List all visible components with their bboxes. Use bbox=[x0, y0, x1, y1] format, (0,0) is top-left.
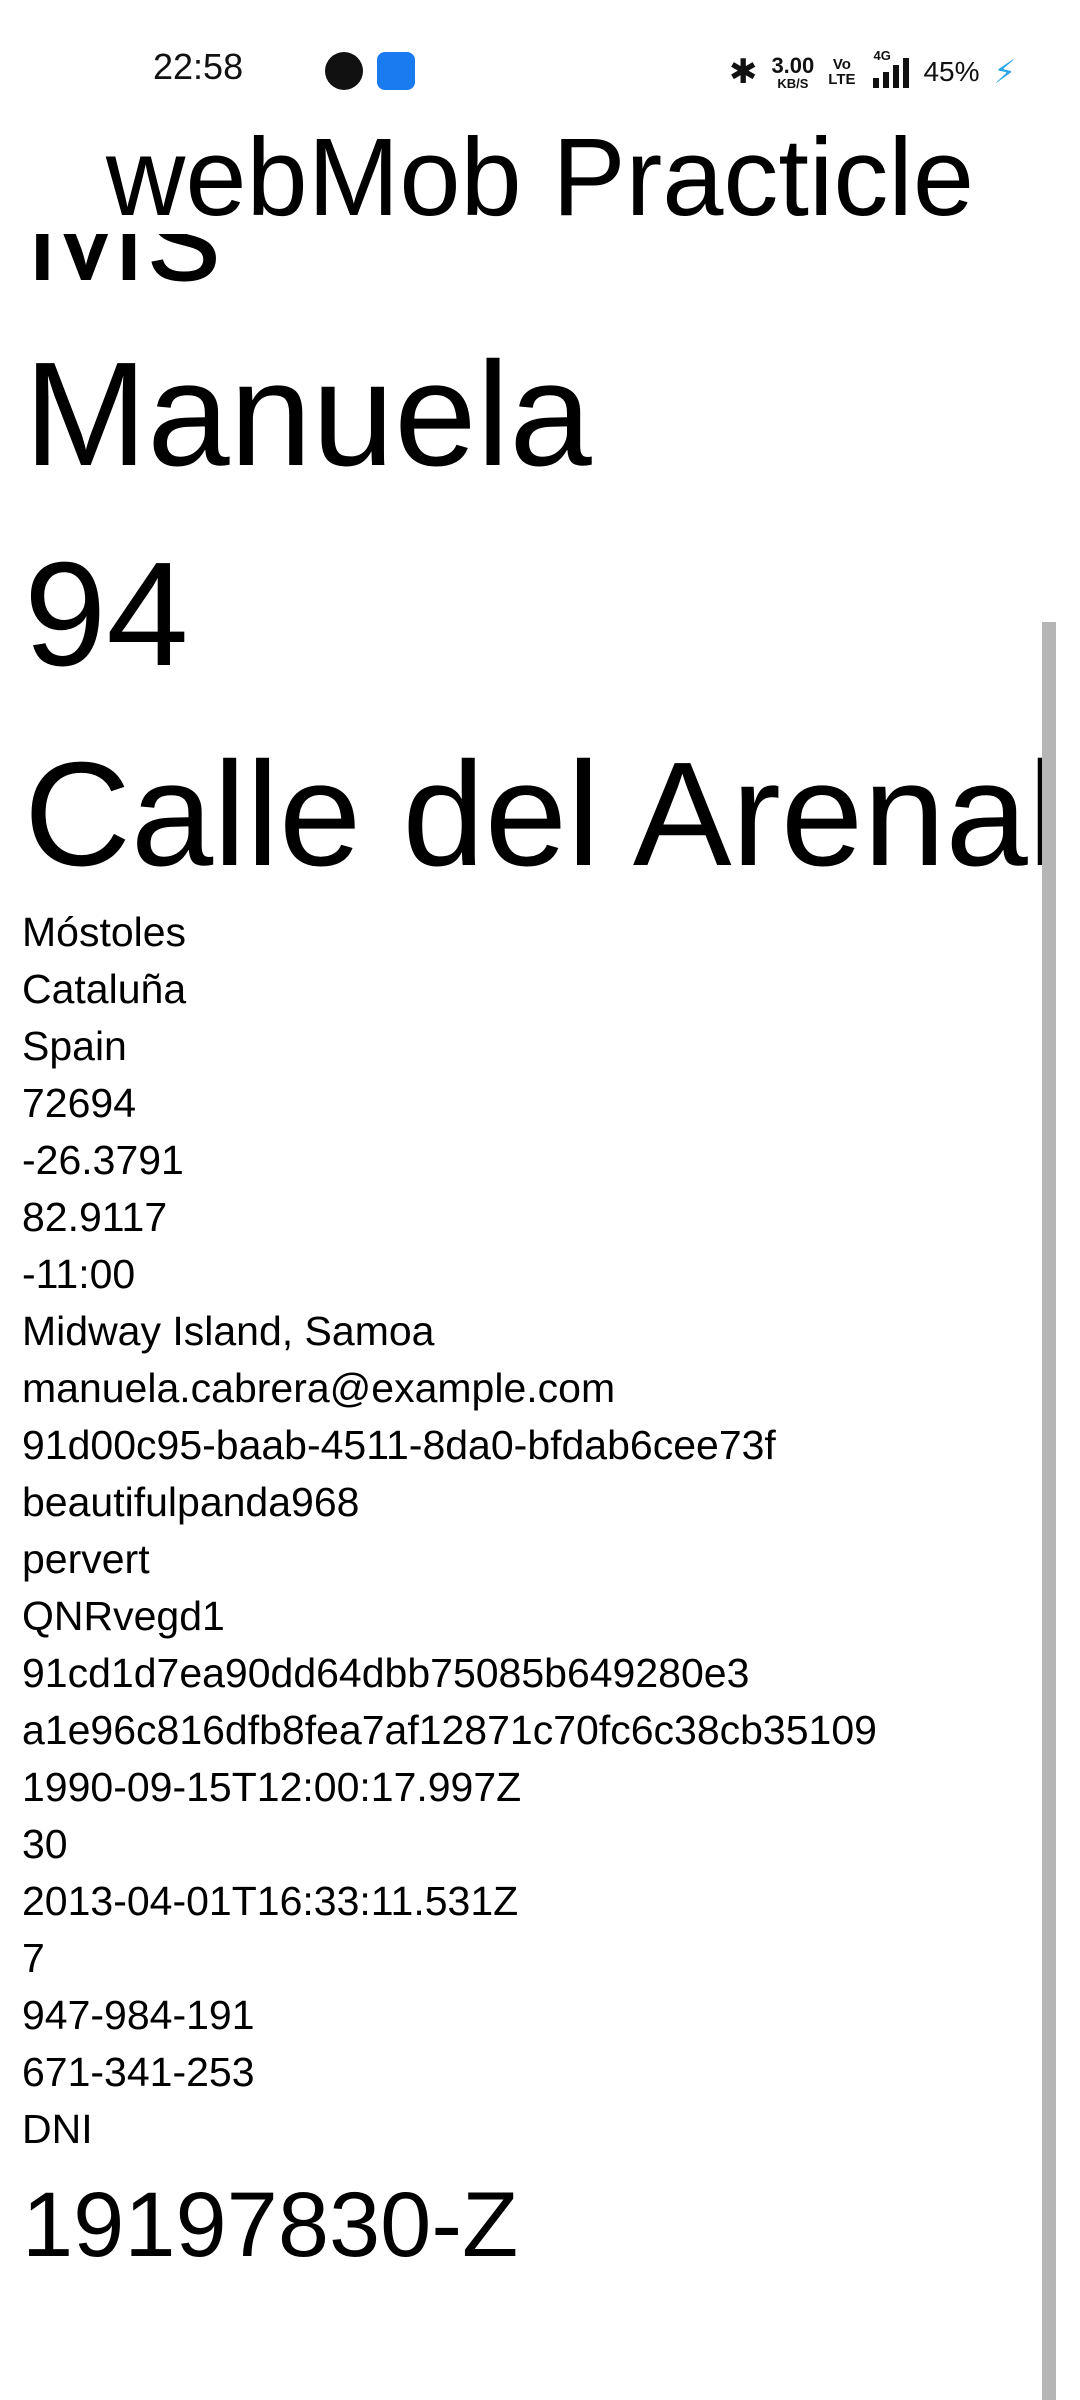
android-icon bbox=[377, 52, 415, 90]
page-title: webMob Practicle bbox=[0, 122, 1080, 234]
user-details-list: Móstoles Cataluña Spain 72694 -26.3791 8… bbox=[22, 904, 877, 2158]
salt: QNRvegd1 bbox=[22, 1593, 225, 1639]
first-name: Manuela bbox=[24, 332, 592, 497]
state: Cataluña bbox=[22, 966, 187, 1012]
registered-age: 7 bbox=[22, 1935, 45, 1981]
timezone-offset: -11:00 bbox=[22, 1251, 136, 1297]
street-number: 94 bbox=[24, 532, 189, 697]
phone: 947-984-191 bbox=[22, 1992, 255, 2038]
network-type: 4G bbox=[873, 48, 891, 63]
dob-age: 30 bbox=[22, 1821, 68, 1867]
status-time: 22:58 bbox=[153, 46, 244, 87]
dob-date: 1990-09-15T12:00:17.997Z bbox=[22, 1764, 522, 1810]
id-name: DNI bbox=[22, 2106, 93, 2152]
app-notification-icon bbox=[325, 52, 363, 90]
country: Spain bbox=[22, 1023, 127, 1069]
uuid: 91d00c95-baab-4511-8da0-bfdab6cee73f bbox=[22, 1422, 776, 1468]
email: manuela.cabrera@example.com bbox=[22, 1365, 616, 1411]
network-speed-value: 3.00 bbox=[771, 52, 815, 78]
volte-icon: Vo LTE bbox=[828, 57, 855, 87]
volte-top: Vo bbox=[832, 56, 851, 73]
cell: 671-341-253 bbox=[22, 2049, 255, 2095]
scrollbar[interactable] bbox=[1042, 622, 1056, 2400]
battery-level: 45% bbox=[923, 56, 980, 87]
street-name: Calle del Arenal bbox=[24, 732, 1061, 897]
bluetooth-icon: ✱ bbox=[728, 53, 758, 91]
latitude: -26.3791 bbox=[22, 1137, 184, 1183]
sha1: a1e96c816dfb8fea7af12871c70fc6c38cb35109 bbox=[22, 1707, 877, 1753]
password: pervert bbox=[22, 1536, 150, 1582]
city: Móstoles bbox=[22, 909, 187, 955]
network-speed: 3.00 KB/S bbox=[771, 52, 815, 91]
status-indicators: ✱ 3.00 KB/S Vo LTE 4G 45% ⚡ bbox=[728, 48, 1016, 94]
username: beautifulpanda968 bbox=[22, 1479, 360, 1525]
id-value: 19197830-Z bbox=[22, 2174, 519, 2276]
postcode: 72694 bbox=[22, 1080, 137, 1126]
network-speed-unit: KB/S bbox=[777, 75, 809, 91]
charging-icon: ⚡ bbox=[993, 54, 1016, 90]
signal-icon: 4G bbox=[869, 48, 910, 88]
status-bar: 22:58 ✱ 3.00 KB/S Vo LTE 4G 45% ⚡ bbox=[0, 0, 1080, 130]
volte-bottom: LTE bbox=[828, 71, 856, 88]
longitude: 82.9117 bbox=[22, 1194, 168, 1240]
timezone-description: Midway Island, Samoa bbox=[22, 1308, 435, 1354]
registered-date: 2013-04-01T16:33:11.531Z bbox=[22, 1878, 519, 1924]
md5: 91cd1d7ea90dd64dbb75085b649280e3 bbox=[22, 1650, 750, 1696]
